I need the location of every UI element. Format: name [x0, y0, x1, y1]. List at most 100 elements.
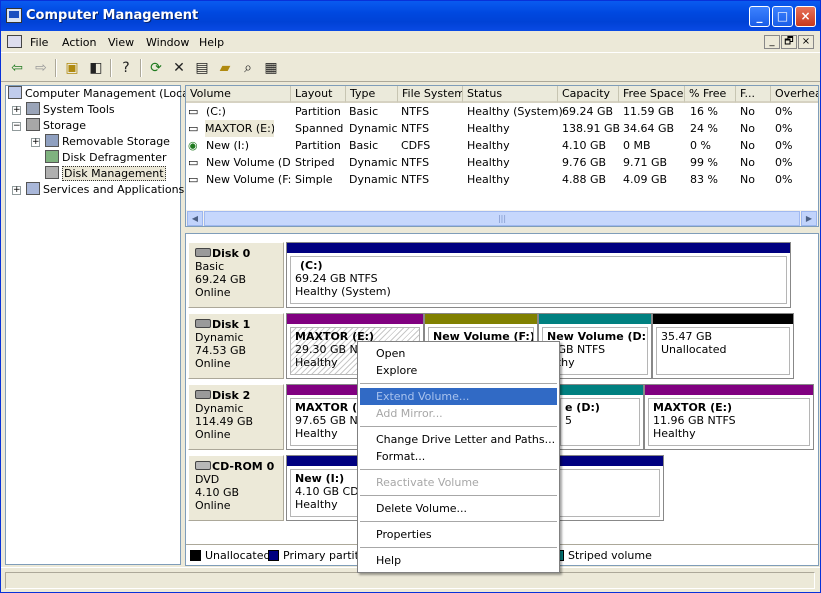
partition-maxtor-e-disk2-part2[interactable]: MAXTOR (E:) 11.96 GB NTFS Healthy [644, 384, 814, 450]
volume-icon: ▭ [188, 156, 199, 169]
refresh-icon[interactable]: ⟳ [146, 58, 166, 78]
disk-management-icon [45, 166, 59, 179]
cdrom-icon [195, 461, 211, 470]
cell-percent-free: 83 % [690, 173, 718, 186]
child-restore-button[interactable]: 🗗 [781, 35, 797, 49]
column-header-status[interactable]: Status [463, 86, 558, 103]
cell-layout: Partition [295, 139, 341, 152]
document-icon[interactable] [7, 35, 22, 48]
maximize-button[interactable]: □ [772, 6, 793, 27]
open-icon[interactable]: ▰ [215, 58, 235, 78]
up-folder-icon[interactable]: ▣ [62, 58, 82, 78]
cell-capacity: 138.91 GB [562, 122, 621, 135]
cell-volume: New Volume (D:) [206, 156, 291, 169]
disk-2-label[interactable]: Disk 2 Dynamic 114.49 GB Online [188, 384, 284, 450]
cell-capacity: 4.88 GB [562, 173, 607, 186]
unallocated-space-disk1[interactable]: 35.47 GB Unallocated [652, 313, 794, 379]
tree-item-disk-management[interactable]: Disk Management [45, 166, 166, 182]
volume-icon: ▭ [188, 122, 199, 135]
menu-window[interactable]: Window [146, 36, 189, 49]
context-item-properties[interactable]: Properties [360, 526, 557, 543]
cell-percent-free: 99 % [690, 156, 718, 169]
context-item-reactivate-volume[interactable]: Reactivate Volume [360, 474, 557, 491]
column-header-overhead[interactable]: Overhead [771, 86, 818, 103]
expand-toggle[interactable]: + [12, 106, 21, 115]
show-hide-tree-icon[interactable]: ◧ [86, 58, 106, 78]
tree-item-removable-storage[interactable]: Removable Storage [45, 134, 170, 150]
computer-management-window: Computer Management _ □ × File Action Vi… [0, 0, 821, 593]
tree-item-system-tools[interactable]: System Tools [26, 102, 115, 118]
context-item-help[interactable]: Help [360, 552, 557, 569]
computer-management-icon [6, 8, 22, 23]
toolbar: ⇦ ⇨ ▣ ◧ ? ⟳ ✕ ▤ ▰ ⌕ ▦ [1, 54, 820, 82]
collapse-toggle[interactable]: − [12, 122, 21, 131]
disk-0-label[interactable]: Disk 0 Basic 69.24 GB Online [188, 242, 284, 308]
column-header-fault-tolerance[interactable]: F... [736, 86, 771, 103]
help-icon[interactable]: ? [116, 58, 136, 78]
column-header-file-system[interactable]: File System [398, 86, 463, 103]
expand-toggle[interactable]: + [12, 186, 21, 195]
properties-icon[interactable]: ▤ [192, 58, 212, 78]
context-item-change-drive-letter[interactable]: Change Drive Letter and Paths... [360, 431, 557, 448]
cell-capacity: 69.24 GB [562, 105, 614, 118]
disk-icon[interactable]: ▦ [261, 58, 281, 78]
storage-icon [26, 118, 40, 131]
column-header-type[interactable]: Type [346, 86, 398, 103]
search-icon[interactable]: ⌕ [238, 58, 258, 78]
column-header-percent-free[interactable]: % Free [685, 86, 736, 103]
context-item-add-mirror[interactable]: Add Mirror... [360, 405, 557, 422]
menu-action[interactable]: Action [62, 36, 96, 49]
cell-volume: (C:) [206, 105, 226, 118]
child-close-button[interactable]: × [798, 35, 814, 49]
column-header-free-space[interactable]: Free Space [619, 86, 685, 103]
cell-volume: MAXTOR (E:) [205, 120, 274, 137]
tree-item-storage[interactable]: Storage [26, 118, 86, 134]
cell-overhead: 0% [775, 122, 793, 135]
cell-status: Healthy [467, 173, 510, 186]
context-item-extend-volume[interactable]: Extend Volume... [360, 388, 557, 405]
tree-item-disk-defragmenter[interactable]: Disk Defragmenter [45, 150, 167, 166]
context-item-explore[interactable]: Explore [360, 362, 557, 379]
partition-c[interactable]: (C:) 69.24 GB NTFS Healthy (System) [286, 242, 791, 308]
forward-icon[interactable]: ⇨ [31, 58, 51, 78]
minimize-button[interactable]: _ [749, 6, 770, 27]
scroll-thumb[interactable]: ||| [204, 211, 800, 226]
toolbar-separator [110, 59, 112, 77]
context-item-open[interactable]: Open [360, 345, 557, 362]
context-menu: Open Explore Extend Volume... Add Mirror… [357, 341, 560, 573]
expand-toggle[interactable]: + [31, 138, 40, 147]
disk-1-label[interactable]: Disk 1 Dynamic 74.53 GB Online [188, 313, 284, 379]
legend-swatch [190, 550, 201, 561]
menu-help[interactable]: Help [199, 36, 224, 49]
cell-type: Dynamic [349, 156, 398, 169]
horizontal-scrollbar[interactable]: ◀ ||| ▶ [186, 210, 818, 226]
column-header-volume[interactable]: Volume [186, 86, 291, 103]
back-icon[interactable]: ⇦ [7, 58, 27, 78]
context-item-format[interactable]: Format... [360, 448, 557, 465]
cell-file-system: CDFS [401, 139, 431, 152]
cdrom-0-label[interactable]: CD-ROM 0 DVD 4.10 GB Online [188, 455, 284, 521]
spanned-volume-bar [645, 385, 813, 395]
child-minimize-button[interactable]: _ [764, 35, 780, 49]
cell-capacity: 4.10 GB [562, 139, 607, 152]
column-header-capacity[interactable]: Capacity [558, 86, 619, 103]
delete-icon[interactable]: ✕ [169, 58, 189, 78]
legend-striped-volume: Striped volume [553, 549, 652, 562]
partition-c-body: (C:) 69.24 GB NTFS Healthy (System) [290, 256, 787, 304]
scroll-right-button[interactable]: ▶ [801, 211, 817, 226]
menu-file[interactable]: File [30, 36, 48, 49]
close-button[interactable]: × [795, 6, 816, 27]
tree-item-services-and-applications[interactable]: Services and Applications [26, 182, 184, 198]
toolbar-separator [55, 59, 57, 77]
tree-item-computer-management[interactable]: Computer Management (Local) [8, 86, 196, 102]
partition-new-volume-d-disk2[interactable]: e (D:) 5 [556, 384, 644, 450]
column-header-layout[interactable]: Layout [291, 86, 346, 103]
cell-percent-free: 16 % [690, 105, 718, 118]
cell-volume: New Volume (F:) [206, 173, 291, 186]
striped-volume-bar [539, 314, 651, 324]
menu-view[interactable]: View [108, 36, 134, 49]
context-item-delete-volume[interactable]: Delete Volume... [360, 500, 557, 517]
scroll-left-button[interactable]: ◀ [187, 211, 203, 226]
title-bar[interactable]: Computer Management _ □ × [1, 1, 820, 31]
cell-fault-tolerance: No [740, 156, 755, 169]
